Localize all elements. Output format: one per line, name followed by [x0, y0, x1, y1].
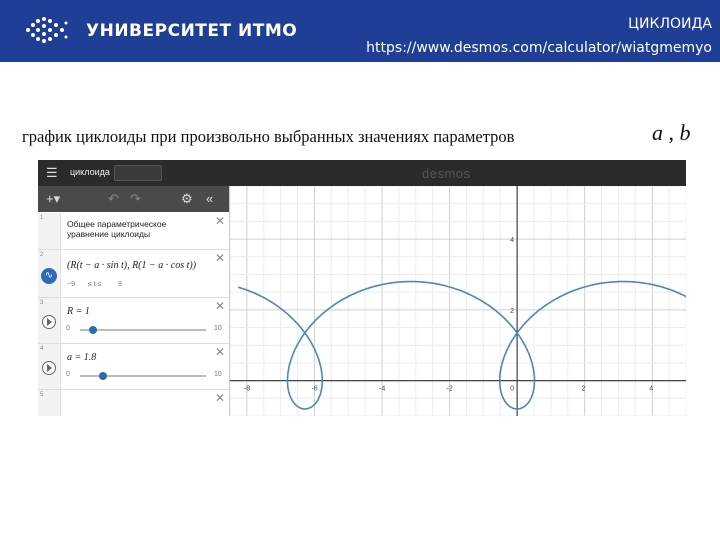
graph-paper[interactable]: -8 -6 -4 -2 0 2 4 4 2: [230, 186, 686, 416]
domain-max[interactable]: 9: [118, 281, 122, 288]
slide-title: ЦИКЛОИДА: [628, 16, 712, 32]
slide-header: УНИВЕРСИТЕТ ИТМО ЦИКЛОИДА https://www.de…: [0, 0, 720, 62]
delete-row-icon[interactable]: ✕: [215, 251, 225, 265]
x-tick-label: -8: [244, 386, 250, 393]
slider-row-a[interactable]: 4 a = 1.8 0 10 ✕: [38, 344, 229, 390]
x-tick-label: 2: [582, 386, 586, 393]
row-number: 3: [40, 300, 44, 306]
slider-min: 0: [66, 371, 70, 378]
x-tick-label: -6: [311, 386, 317, 393]
delete-row-icon[interactable]: ✕: [215, 299, 225, 313]
parameter-symbols: a , b: [652, 120, 691, 145]
university-name: УНИВЕРСИТЕТ ИТМО: [86, 21, 298, 41]
curve-color-icon[interactable]: ∿: [41, 268, 57, 284]
expression-toolbar: +▾ ↶ ↷ ⚙ «: [38, 186, 229, 212]
itmo-logo-icon: [26, 17, 68, 43]
y-tick-label: 2: [510, 308, 514, 315]
desmos-header: ☰ циклоида desmos: [38, 160, 686, 186]
slider-max: 10: [214, 371, 222, 378]
settings-icon[interactable]: ⚙: [181, 191, 193, 207]
undo-icon[interactable]: ↶: [108, 191, 119, 207]
play-icon[interactable]: [42, 361, 56, 375]
row-number: 4: [40, 346, 44, 352]
expression-row-empty[interactable]: 5 ✕: [38, 390, 229, 416]
slider-max: 10: [214, 325, 222, 332]
delete-row-icon[interactable]: ✕: [215, 345, 225, 359]
x-tick-label: 4: [649, 386, 653, 393]
expression-list: +▾ ↶ ↷ ⚙ « 1 Общее параметрическое уравн…: [38, 186, 230, 416]
row-number: 1: [40, 215, 44, 221]
delete-row-icon[interactable]: ✕: [215, 391, 225, 405]
expression-row-curve[interactable]: 2 ∿ (R(t − a · sin t), R(1 − a · cos t))…: [38, 250, 229, 298]
slider-row-R[interactable]: 3 R = 1 0 10 ✕: [38, 298, 229, 344]
x-tick-label: -4: [379, 386, 385, 393]
add-item-button[interactable]: +▾: [46, 191, 60, 207]
x-tick-label: -2: [447, 386, 453, 393]
redo-icon[interactable]: ↷: [130, 191, 141, 207]
delete-row-icon[interactable]: ✕: [215, 214, 225, 228]
graph-title: циклоида: [70, 167, 110, 177]
slider-handle[interactable]: [98, 372, 107, 380]
collapse-list-icon[interactable]: «: [206, 191, 213, 206]
row-number: 5: [40, 392, 44, 398]
slider-handle[interactable]: [88, 326, 97, 334]
menu-icon[interactable]: ☰: [46, 166, 60, 180]
row-number: 2: [40, 252, 44, 258]
slider-track[interactable]: [80, 329, 206, 331]
note-text: Общее параметрическое уравнение циклоиды: [67, 219, 167, 239]
desmos-logo: desmos: [422, 166, 471, 181]
slider-min: 0: [66, 325, 70, 332]
domain-operator: ≤ t ≤: [88, 281, 102, 288]
expression-row-note[interactable]: 1 Общее параметрическое уравнение циклои…: [38, 213, 229, 250]
x-tick-label: 0: [510, 386, 514, 393]
play-icon[interactable]: [42, 315, 56, 329]
desmos-screenshot: ☰ циклоида desmos +▾ ↶ ↷ ⚙ « 1 Общее пар…: [38, 160, 686, 416]
parametric-formula[interactable]: (R(t − a · sin t), R(1 − a · cos t)): [67, 260, 196, 271]
slider-formula[interactable]: R = 1: [67, 306, 90, 317]
domain-min[interactable]: −9: [67, 281, 75, 288]
plot-caption: график циклоиды при произвольно выбранны…: [22, 127, 515, 146]
desmos-link[interactable]: https://www.desmos.com/calculator/wiatgm…: [366, 40, 712, 56]
slider-formula[interactable]: a = 1.8: [67, 352, 96, 363]
y-tick-label: 4: [510, 237, 514, 244]
graph-title-box[interactable]: [114, 165, 162, 181]
